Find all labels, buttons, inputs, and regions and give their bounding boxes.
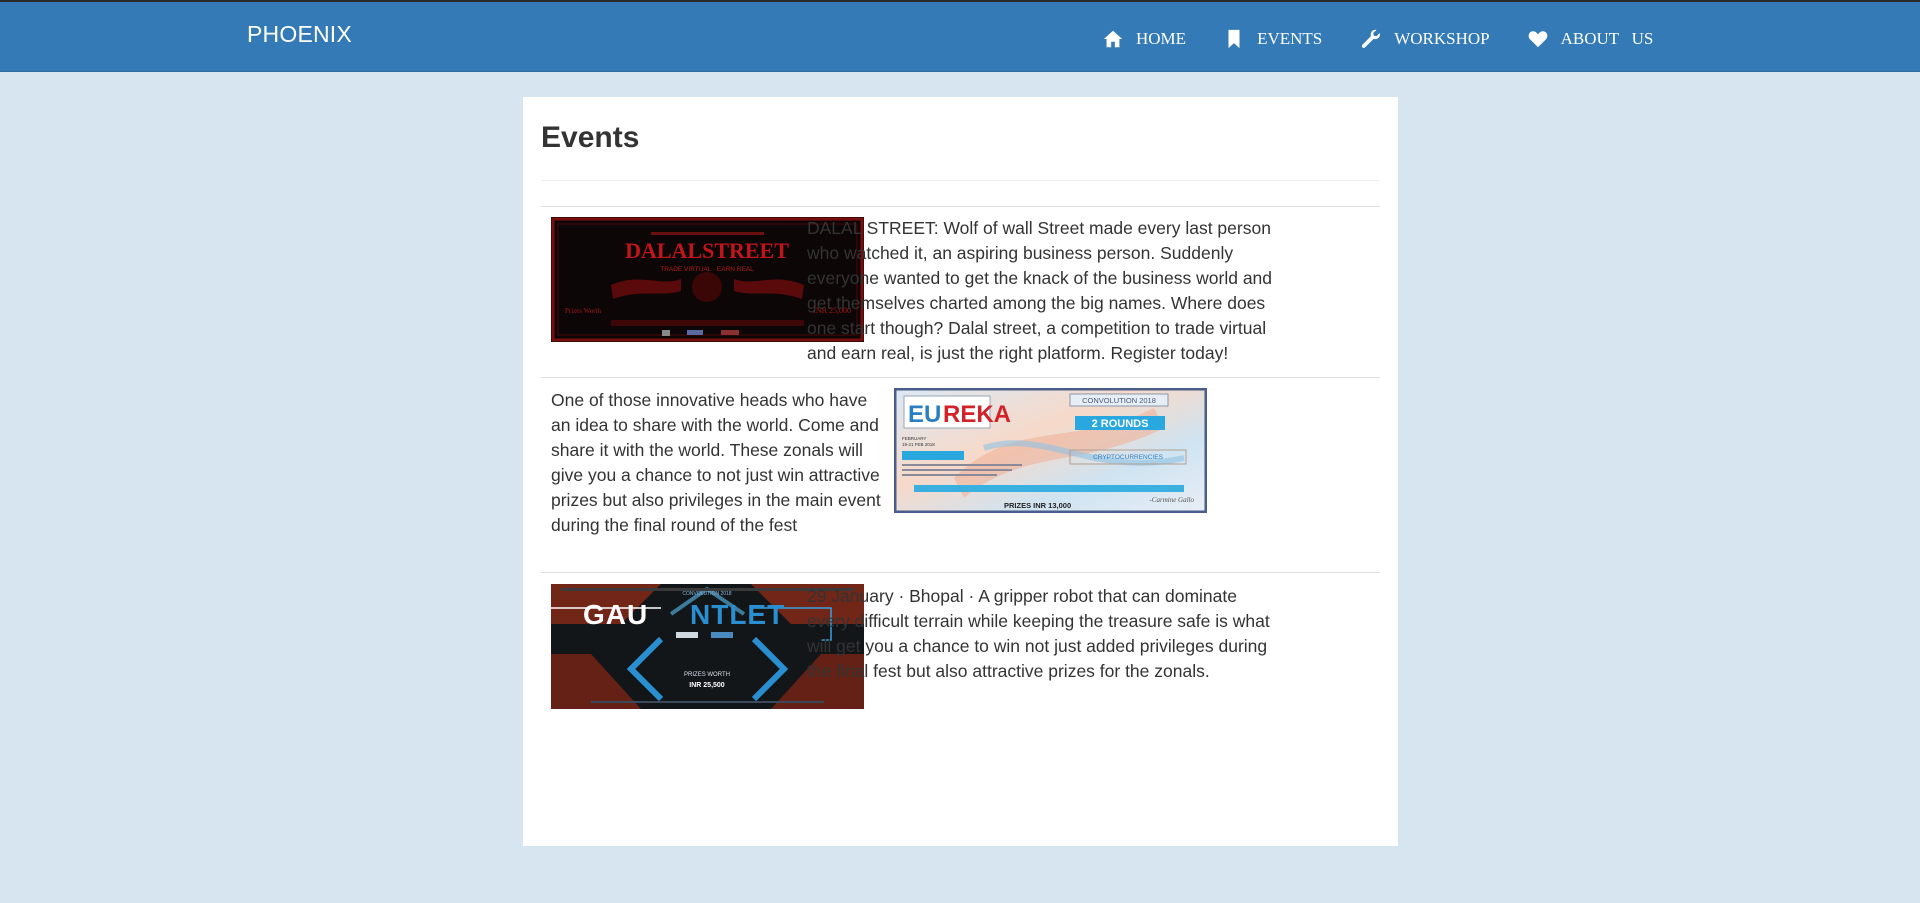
poster-title-part: NTLET (690, 599, 785, 630)
row-divider (541, 572, 1380, 573)
nav-item-label: WORKSHOP (1394, 29, 1490, 48)
poster-dates: 19-21 FEB 2018 (902, 442, 935, 447)
navbar: PHOENIX HOME EVENTS WORKSHOP ABOUT US (0, 2, 1920, 72)
title-divider (541, 180, 1380, 181)
nav-item-label: HOME (1136, 29, 1187, 48)
poster-badge: CONVOLUTION 2018 (1082, 396, 1156, 405)
poster-title-part: REKA (943, 401, 1011, 428)
poster-quote-author: -Carmine Gallo (1149, 496, 1194, 504)
poster-title-part: GAU (583, 599, 648, 630)
brand-logo[interactable]: PHOENIX (247, 21, 352, 48)
heart-icon (1527, 28, 1549, 50)
nav-item-events[interactable]: EVENTS (1223, 28, 1322, 50)
poster-prize: INR 25,500 (689, 682, 725, 689)
poster-prize-label: PRIZES WORTH (684, 672, 730, 678)
nav-menu: HOME EVENTS WORKSHOP ABOUT US (1102, 24, 1653, 54)
wrench-icon (1360, 28, 1382, 50)
poster-subtitle: TRADE VIRTUAL · EARN REAL (660, 266, 754, 273)
poster-prize: PRIZES INR 13,000 (1004, 501, 1071, 510)
nav-item-about-us[interactable]: ABOUT US (1527, 28, 1654, 50)
nav-item-label: ABOUT US (1560, 29, 1654, 48)
poster-badge: CONVOLUTION 2018 (682, 591, 731, 597)
poster-rounds: 2 ROUNDS (1092, 418, 1149, 430)
events-panel: Events DALALSTREET TRADE VIRTUAL · EARN … (523, 97, 1398, 846)
nav-item-workshop[interactable]: WORKSHOP (1360, 28, 1490, 50)
page-title: Events (541, 121, 640, 154)
poster-prize-label: Prizes Worth (565, 307, 602, 315)
poster-topic: CRYPTOCURRENCIES (1093, 454, 1163, 461)
event-description: One of those innovative heads who have a… (551, 390, 881, 535)
eureka-poster[interactable]: EU REKA CONVOLUTION 2018 2 ROUNDS FEBRUA… (894, 388, 1207, 513)
poster-date: FEBRUARY (902, 436, 926, 441)
nav-item-home[interactable]: HOME (1102, 28, 1186, 50)
poster-title: DALALSTREET (625, 238, 789, 263)
nav-item-label: EVENTS (1257, 29, 1323, 48)
row-divider (541, 377, 1380, 378)
event-description: DALAL STREET: Wolf of wall Street made e… (807, 218, 1273, 363)
event-description: 29 January · Bhopal · A gripper robot th… (807, 586, 1270, 681)
bookmark-icon (1223, 28, 1245, 50)
home-icon (1102, 28, 1124, 50)
poster-title-part: EU (908, 401, 941, 428)
row-divider (541, 206, 1380, 207)
